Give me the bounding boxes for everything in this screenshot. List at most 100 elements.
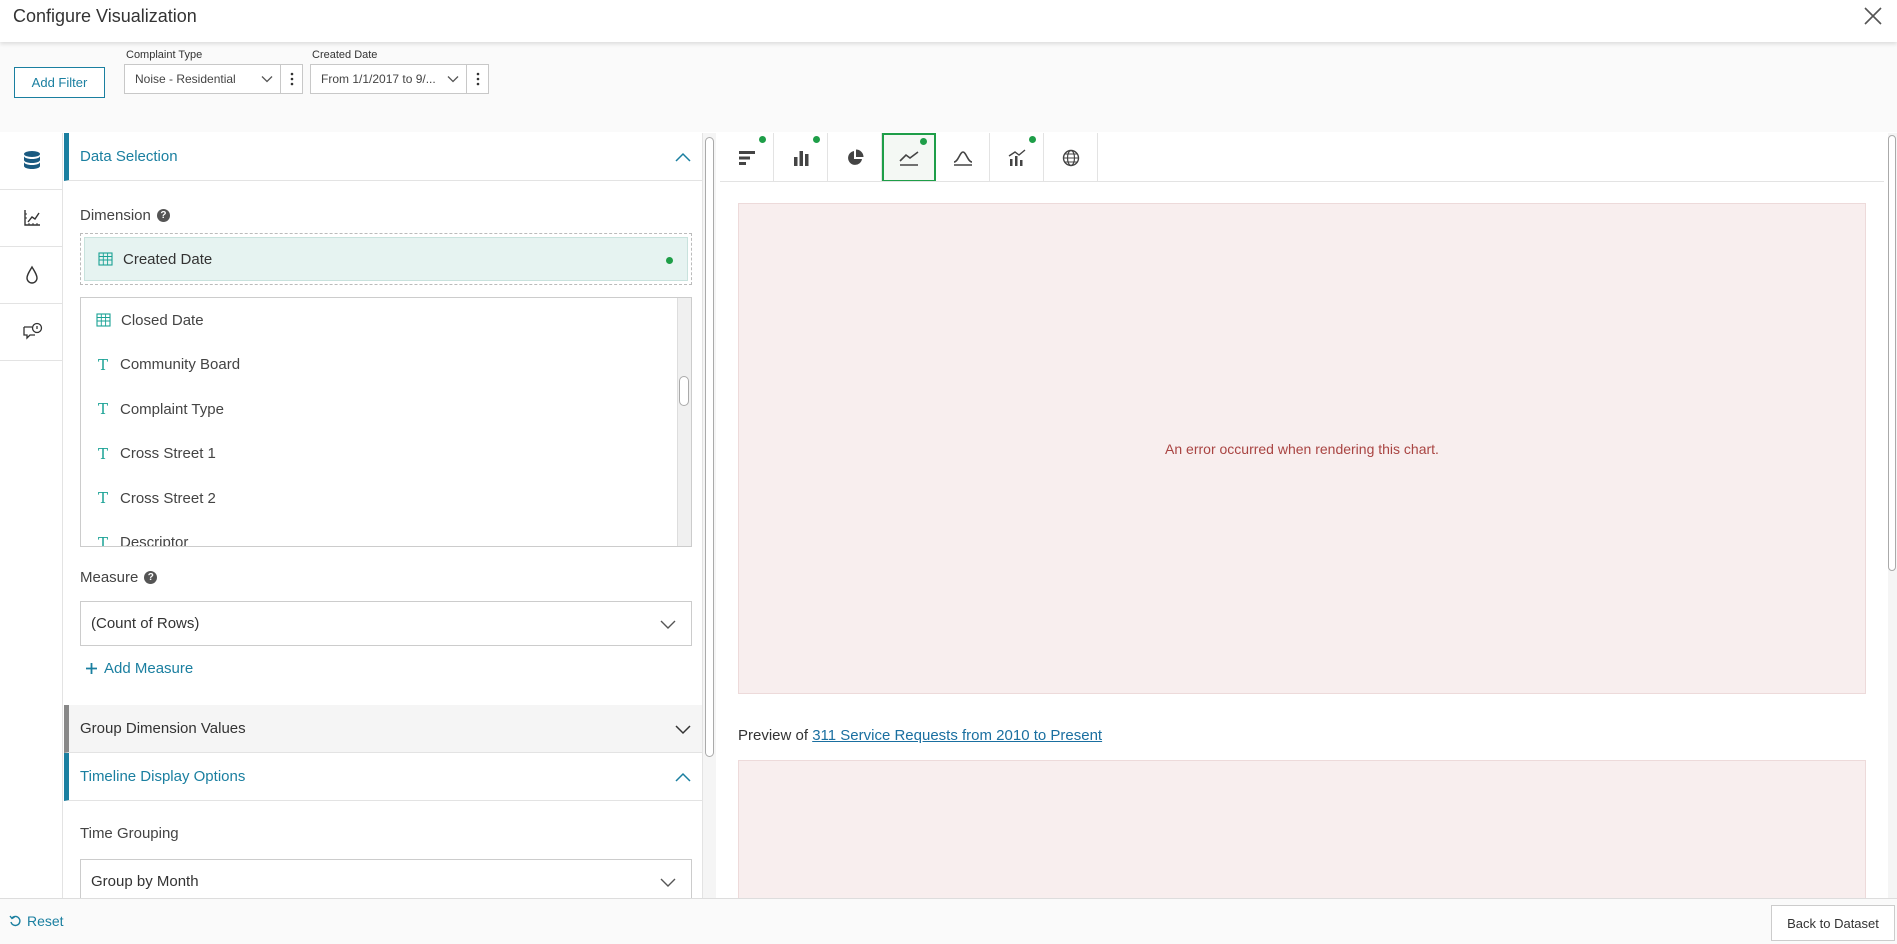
vis-type-timeline[interactable] <box>882 133 936 182</box>
help-icon[interactable]: ? <box>144 571 158 584</box>
filter-label: Complaint Type <box>126 49 203 61</box>
rail-axis-button[interactable] <box>0 190 63 247</box>
status-dot <box>666 257 673 264</box>
filter-value-dropdown[interactable]: Noise - Residential <box>125 65 280 93</box>
time-grouping-label-row: Time Grouping <box>80 825 179 842</box>
chevron-down-icon <box>261 76 273 83</box>
config-panel-scrollbar[interactable] <box>702 133 716 898</box>
preview-scrollbar[interactable] <box>1888 133 1897 898</box>
column-item[interactable]: Closed Date <box>81 298 691 343</box>
text-type-icon: T <box>97 533 108 547</box>
kebab-icon <box>290 72 293 86</box>
selected-dimension[interactable]: Created Date <box>84 237 688 281</box>
column-name: Complaint Type <box>120 400 224 418</box>
add-measure-label: Add Measure <box>104 660 194 677</box>
chevron-up-icon <box>675 772 691 782</box>
filter-pill[interactable]: From 1/1/2017 to 9/... <box>310 64 489 94</box>
preview-caption: Preview of 311 Service Requests from 201… <box>738 727 1102 744</box>
data-selection-header[interactable]: Data Selection <box>64 133 702 181</box>
dialog-titlebar: Configure Visualization <box>0 0 1897 42</box>
column-name: Descriptor <box>120 534 189 547</box>
measure-value: (Count of Rows) <box>91 615 200 632</box>
column-name: Closed Date <box>121 311 204 329</box>
table-preview <box>738 760 1866 898</box>
text-type-icon: T <box>97 444 108 463</box>
filter-value: Noise - Residential <box>135 72 236 86</box>
combo-chart-icon <box>1008 148 1025 166</box>
back-to-dataset-button[interactable]: Back to Dataset <box>1771 905 1895 941</box>
divider <box>720 181 1884 182</box>
reset-button[interactable]: Reset <box>9 913 64 929</box>
column-chart-icon <box>793 150 808 166</box>
rail-legend-button[interactable] <box>0 304 63 361</box>
filter-options-button[interactable] <box>280 65 302 93</box>
time-grouping-select[interactable]: Group by Month <box>80 859 692 898</box>
filter-label: Created Date <box>312 49 378 61</box>
recommended-dot <box>759 136 766 143</box>
dataset-link[interactable]: 311 Service Requests from 2010 to Presen… <box>812 727 1102 744</box>
recommended-dot <box>1029 136 1036 143</box>
filter-value-dropdown[interactable]: From 1/1/2017 to 9/... <box>311 65 466 93</box>
filter-pill[interactable]: Noise - Residential <box>124 64 303 94</box>
column-item[interactable]: T Cross Street 1 <box>81 432 691 477</box>
time-grouping-value: Group by Month <box>91 873 199 890</box>
filter-created-date: Created Date From 1/1/2017 to 9/... <box>310 49 489 94</box>
dimension-drop-zone[interactable]: Created Date <box>80 233 692 285</box>
error-message: An error occurred when rendering this ch… <box>1165 440 1439 457</box>
column-item[interactable]: T Descriptor <box>81 521 691 547</box>
column-list: Closed Date T Community Board T Complain… <box>80 297 692 547</box>
measure-label: Measure <box>80 569 139 586</box>
plus-icon <box>86 663 97 674</box>
vis-type-pie[interactable] <box>828 133 882 182</box>
filter-bar: Add Filter Complaint Type Noise - Reside… <box>0 42 1897 132</box>
scrollbar-thumb[interactable] <box>679 376 689 406</box>
column-name: Cross Street 1 <box>120 445 216 463</box>
undo-icon <box>9 915 21 927</box>
vis-type-bar-horizontal[interactable] <box>720 133 774 182</box>
vis-type-map[interactable] <box>1044 133 1098 182</box>
close-icon[interactable] <box>1861 4 1885 28</box>
droplet-icon <box>25 265 38 284</box>
vis-type-column[interactable] <box>774 133 828 182</box>
axis-chart-icon <box>23 210 40 226</box>
rail-data-button[interactable] <box>0 133 63 190</box>
chevron-down-icon <box>675 724 691 734</box>
filter-options-button[interactable] <box>466 65 488 93</box>
config-panel: Data Selection Dimension ? Created Date … <box>64 133 702 898</box>
chart-preview-error: An error occurred when rendering this ch… <box>738 203 1866 694</box>
rail-color-button[interactable] <box>0 247 63 304</box>
filter-complaint-type: Complaint Type Noise - Residential <box>124 49 303 94</box>
kebab-icon <box>476 72 479 86</box>
add-measure-button[interactable]: Add Measure <box>85 660 193 677</box>
chevron-down-icon <box>660 878 676 887</box>
column-item[interactable]: T Community Board <box>81 343 691 388</box>
dialog-footer: Reset Back to Dataset <box>0 898 1897 944</box>
group-dimension-header[interactable]: Group Dimension Values <box>64 705 702 753</box>
add-filter-button[interactable]: Add Filter <box>14 67 105 98</box>
section-title: Timeline Display Options <box>80 768 246 785</box>
column-item[interactable]: T Complaint Type <box>81 387 691 432</box>
scrollbar-thumb[interactable] <box>705 137 714 757</box>
column-list-scrollbar[interactable] <box>677 298 691 546</box>
chevron-up-icon <box>675 152 691 162</box>
scrollbar-thumb[interactable] <box>1888 135 1896 571</box>
text-type-icon: T <box>97 355 108 374</box>
bar-chart-horizontal-icon <box>738 150 755 165</box>
config-icon-rail <box>0 133 63 898</box>
column-name: Community Board <box>120 356 241 374</box>
vis-type-combo[interactable] <box>990 133 1044 182</box>
globe-icon <box>1062 149 1079 166</box>
dialog-title: Configure Visualization <box>13 6 197 26</box>
preview-area: An error occurred when rendering this ch… <box>716 133 1888 898</box>
vis-type-histogram[interactable] <box>936 133 990 182</box>
caption-prefix: Preview of <box>738 727 809 744</box>
database-icon <box>23 151 40 169</box>
help-icon[interactable]: ? <box>156 209 170 222</box>
dimension-label: Dimension <box>80 207 151 224</box>
measure-select[interactable]: (Count of Rows) <box>80 601 692 646</box>
column-name: Cross Street 2 <box>120 489 216 507</box>
timeline-options-header[interactable]: Timeline Display Options <box>64 753 702 801</box>
text-type-icon: T <box>97 400 108 419</box>
measure-label-row: Measure ? <box>80 569 158 586</box>
column-item[interactable]: T Cross Street 2 <box>81 476 691 521</box>
